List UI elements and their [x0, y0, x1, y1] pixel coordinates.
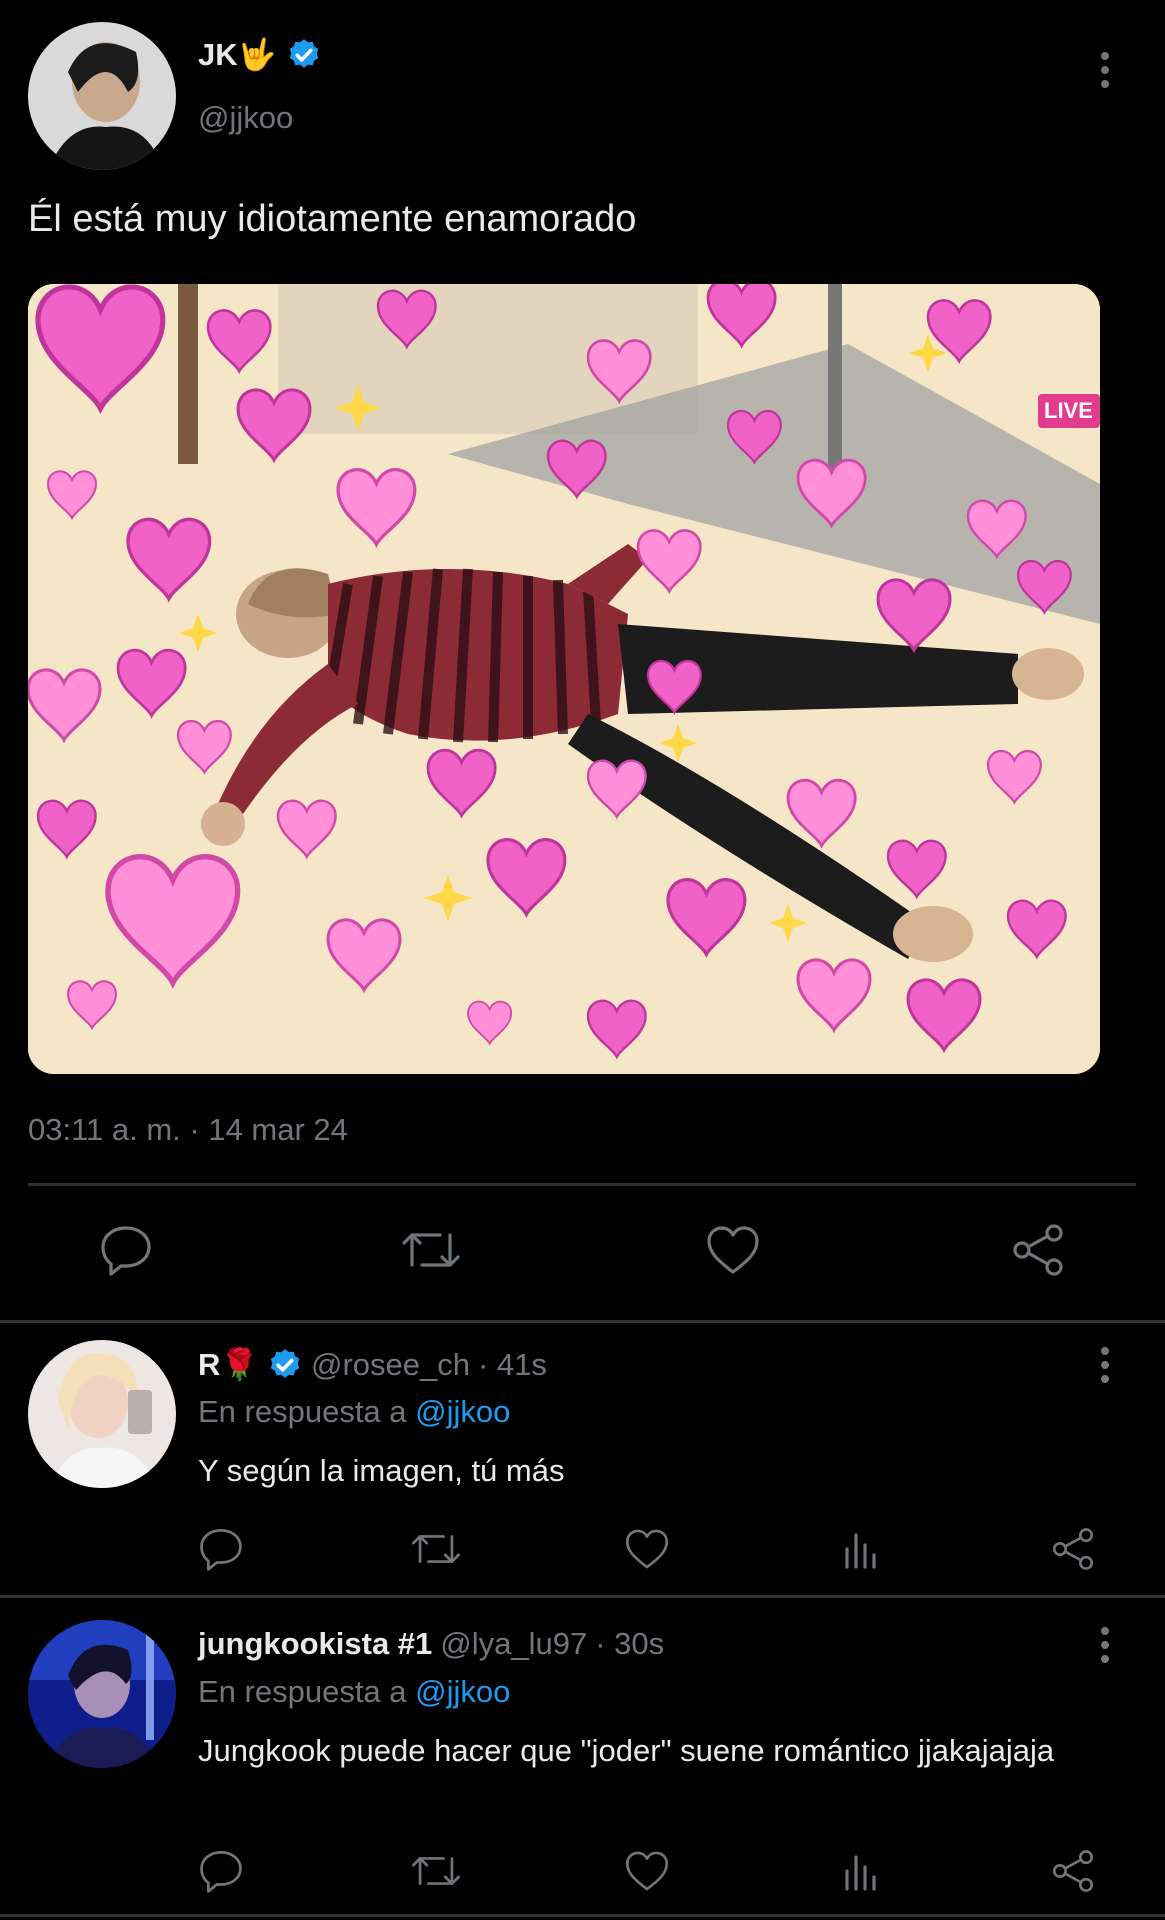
reply-to-label: En respuesta a: [198, 1394, 407, 1429]
reply-display-name[interactable]: jungkookista #1: [198, 1626, 432, 1662]
reply-to-handle-link[interactable]: @jjkoo: [415, 1674, 510, 1709]
heart-icon[interactable]: [622, 1846, 672, 1896]
share-icon[interactable]: [1008, 1222, 1068, 1278]
retweet-icon[interactable]: [408, 1524, 464, 1574]
reply-icon[interactable]: [196, 1846, 246, 1896]
views-icon[interactable]: [836, 1846, 886, 1896]
reply-time: · 30s: [595, 1626, 665, 1661]
share-icon[interactable]: [1048, 1524, 1098, 1574]
divider: [0, 1595, 1165, 1598]
main-tweet-text: Él está muy idiotamente enamorado: [28, 198, 637, 240]
avatar-photo: [28, 22, 176, 170]
reply-handle[interactable]: @rosee_ch: [311, 1347, 470, 1383]
main-handle[interactable]: @jjkoo: [198, 100, 293, 136]
reply-handle[interactable]: @lya_lu97: [440, 1626, 587, 1662]
heart-icon[interactable]: [622, 1524, 672, 1574]
reply-text: Y según la imagen, tú más: [198, 1453, 565, 1488]
reply-text: Jungkook puede hacer que "joder" suene r…: [198, 1733, 1055, 1768]
retweet-icon[interactable]: [398, 1222, 464, 1278]
more-vertical-icon[interactable]: [1085, 1345, 1125, 1385]
avatar-photo: [28, 1620, 176, 1768]
main-display-name[interactable]: JK🤟: [198, 36, 276, 73]
verified-badge-icon: [270, 1348, 300, 1378]
reply-icon[interactable]: [96, 1222, 156, 1278]
more-vertical-icon[interactable]: [1085, 1625, 1125, 1665]
reply-time: · 41s: [478, 1346, 547, 1382]
retweet-icon[interactable]: [408, 1846, 464, 1896]
divider: [0, 1320, 1165, 1323]
reply-to-label: En respuesta a: [198, 1674, 407, 1709]
more-vertical-icon[interactable]: [1085, 50, 1125, 90]
main-avatar[interactable]: [28, 22, 176, 170]
tweet-media-image[interactable]: LIVE: [28, 284, 1100, 1074]
reply-context: En respuesta a @jjkoo: [198, 1394, 510, 1430]
reply-icon[interactable]: [196, 1524, 246, 1574]
reply-avatar[interactable]: [28, 1620, 176, 1768]
live-badge-text: LIVE: [1044, 398, 1093, 423]
tweet-timestamp[interactable]: 03:11 a. m. · 14 mar 24: [28, 1112, 348, 1148]
reply-to-handle-link[interactable]: @jjkoo: [415, 1394, 510, 1429]
divider: [28, 1183, 1136, 1186]
avatar-photo: [28, 1340, 176, 1488]
heart-icon[interactable]: [703, 1222, 763, 1278]
reply-avatar[interactable]: [28, 1340, 176, 1488]
reply-display-name[interactable]: R🌹: [198, 1346, 259, 1383]
divider: [0, 1914, 1165, 1917]
reply-context: En respuesta a @jjkoo: [198, 1674, 510, 1710]
share-icon[interactable]: [1048, 1846, 1098, 1896]
verified-badge-icon: [289, 38, 319, 68]
views-icon[interactable]: [836, 1524, 886, 1574]
